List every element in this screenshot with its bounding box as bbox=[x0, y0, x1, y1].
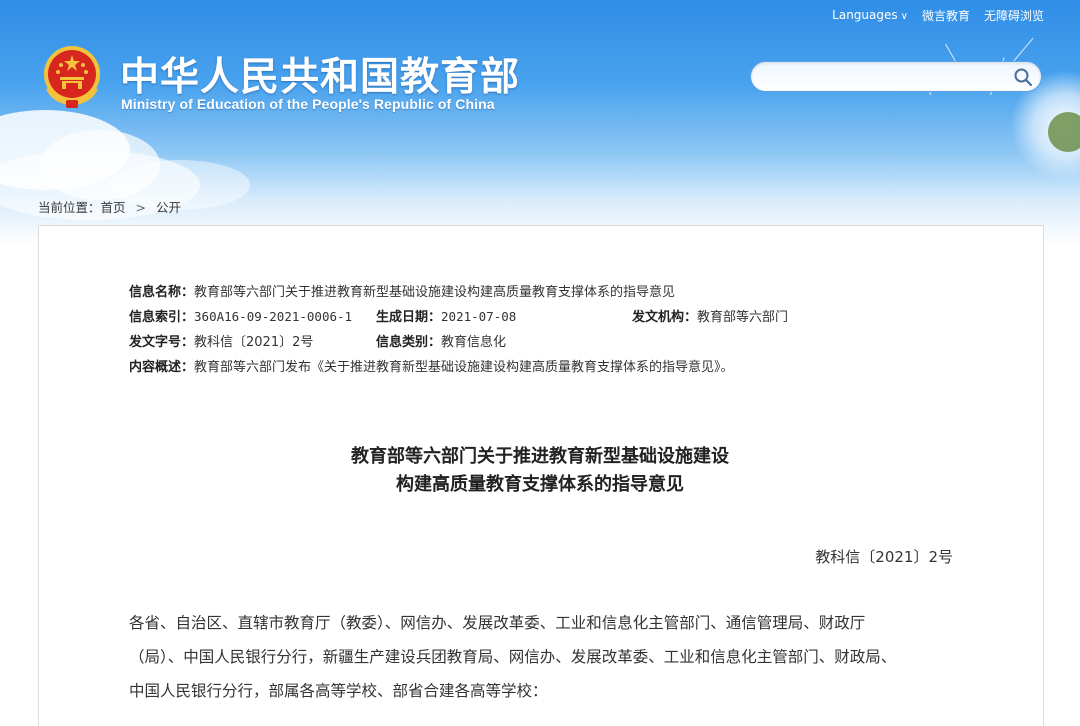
meta-index-label: 信息索引： bbox=[129, 310, 195, 325]
meta-date-value: 2021-07-08 bbox=[441, 309, 517, 324]
meta-category-value: 教育信息化 bbox=[441, 335, 507, 350]
search-icon[interactable] bbox=[1013, 67, 1033, 87]
paragraph-line: （局）、中国人民银行分行，新疆生产建设兵团教育局、网信办、发展改革委、工业和信息… bbox=[129, 648, 897, 666]
breadcrumb-prefix: 当前位置： bbox=[38, 200, 101, 215]
search-box bbox=[750, 61, 1042, 92]
accessibility-link[interactable]: 无障碍浏览 bbox=[984, 7, 1044, 24]
paragraph-line: 中国人民银行分行，部属各高等学校、部省合建各高等学校： bbox=[129, 682, 548, 700]
document-title-line-2: 构建高质量教育支撑体系的指导意见 bbox=[396, 474, 684, 495]
document-title-line-1: 教育部等六部门关于推进教育新型基础设施建设 bbox=[351, 446, 729, 467]
meta-issuer: 发文机构：教育部等六部门 bbox=[632, 306, 788, 325]
meta-issuer-label: 发文机构： bbox=[632, 310, 698, 325]
meta-summary-label: 内容概述： bbox=[129, 360, 195, 375]
languages-label: Languages bbox=[832, 8, 898, 22]
breadcrumb: 当前位置：首页 > 公开 bbox=[38, 197, 181, 216]
meta-docno-label: 发文字号： bbox=[129, 335, 195, 350]
dandelion-core-decoration bbox=[1048, 112, 1080, 152]
languages-link[interactable]: Languages ∨ bbox=[832, 8, 908, 22]
breadcrumb-separator: > bbox=[135, 200, 147, 215]
meta-docno-value: 教科信〔2021〕2号 bbox=[194, 335, 314, 350]
meta-row-summary: 内容概述：教育部等六部门发布《关于推进教育新型基础设施建设构建高质量教育支撑体系… bbox=[129, 356, 734, 375]
weibo-link[interactable]: 微言教育 bbox=[922, 7, 970, 24]
meta-name-label: 信息名称： bbox=[129, 285, 195, 300]
document-number: 教科信〔2021〕2号 bbox=[815, 548, 953, 566]
breadcrumb-home-link[interactable]: 首页 bbox=[101, 200, 126, 215]
top-links: Languages ∨ 微言教育 无障碍浏览 bbox=[832, 6, 1044, 24]
meta-date: 生成日期：2021-07-08 bbox=[376, 306, 516, 325]
paragraph-line: 各省、自治区、直辖市教育厅（教委）、网信办、发展改革委、工业和信息化主管部门、通… bbox=[129, 614, 866, 632]
meta-row-name: 信息名称：教育部等六部门关于推进教育新型基础设施建设构建高质量教育支撑体系的指导… bbox=[129, 281, 675, 300]
site-subtitle: Ministry of Education of the People's Re… bbox=[121, 96, 495, 112]
meta-row-index: 信息索引：360A16-09-2021-0006-1 bbox=[129, 306, 352, 325]
breadcrumb-public-link[interactable]: 公开 bbox=[156, 200, 181, 215]
chevron-down-icon: ∨ bbox=[900, 11, 908, 22]
meta-category: 信息类别：教育信息化 bbox=[376, 331, 506, 350]
meta-category-label: 信息类别： bbox=[376, 335, 442, 350]
meta-index-value: 360A16-09-2021-0006-1 bbox=[194, 309, 353, 324]
site-title[interactable]: 中华人民共和国教育部 bbox=[120, 46, 520, 102]
meta-name-value: 教育部等六部门关于推进教育新型基础设施建设构建高质量教育支撑体系的指导意见 bbox=[194, 285, 676, 300]
national-emblem-icon[interactable] bbox=[40, 44, 104, 110]
meta-issuer-value: 教育部等六部门 bbox=[697, 310, 789, 325]
meta-summary-value: 教育部等六部门发布《关于推进教育新型基础设施建设构建高质量教育支撑体系的指导意见… bbox=[194, 360, 734, 375]
meta-date-label: 生成日期： bbox=[376, 310, 442, 325]
search-input[interactable] bbox=[765, 66, 1005, 88]
meta-row-docno: 发文字号：教科信〔2021〕2号 bbox=[129, 331, 313, 350]
